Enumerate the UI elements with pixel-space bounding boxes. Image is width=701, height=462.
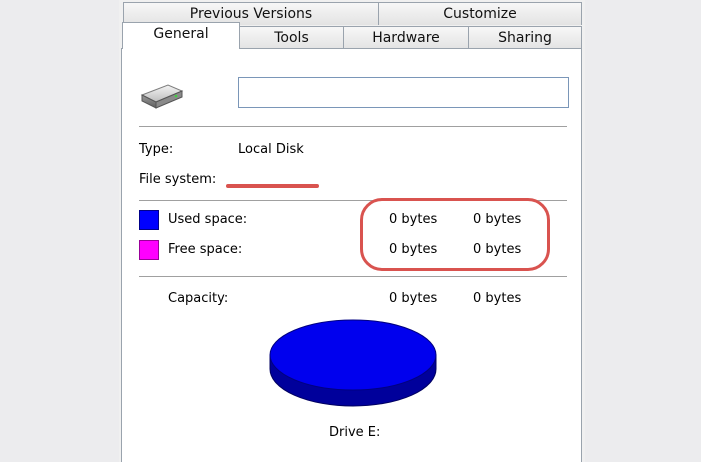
- drive-label: Drive E:: [329, 425, 381, 440]
- capacity-bytes: 0 bytes: [389, 291, 438, 306]
- annotation-highlight: [360, 198, 550, 271]
- type-value: Local Disk: [238, 142, 304, 157]
- usage-pie-chart: [268, 318, 438, 416]
- free-space-swatch: [139, 240, 159, 260]
- file-system-label: File system:: [139, 172, 217, 187]
- tab-customize[interactable]: Customize: [378, 2, 582, 25]
- free-space-label: Free space:: [168, 242, 243, 257]
- type-label: Type:: [139, 142, 174, 157]
- used-space-swatch: [139, 210, 159, 230]
- annotation-underline: [226, 184, 319, 188]
- capacity-label: Capacity:: [168, 291, 229, 306]
- tab-hardware[interactable]: Hardware: [343, 26, 469, 49]
- hard-drive-icon: [136, 81, 186, 115]
- separator: [139, 126, 567, 127]
- capacity-size: 0 bytes: [473, 291, 522, 306]
- tab-general[interactable]: General: [122, 22, 240, 49]
- general-tab-panel: Type: Local Disk File system: Used space…: [121, 48, 582, 462]
- tab-tools[interactable]: Tools: [239, 26, 344, 49]
- used-space-label: Used space:: [168, 212, 248, 227]
- tab-sharing[interactable]: Sharing: [468, 26, 582, 49]
- separator: [139, 276, 567, 277]
- drive-name-input[interactable]: [238, 77, 569, 108]
